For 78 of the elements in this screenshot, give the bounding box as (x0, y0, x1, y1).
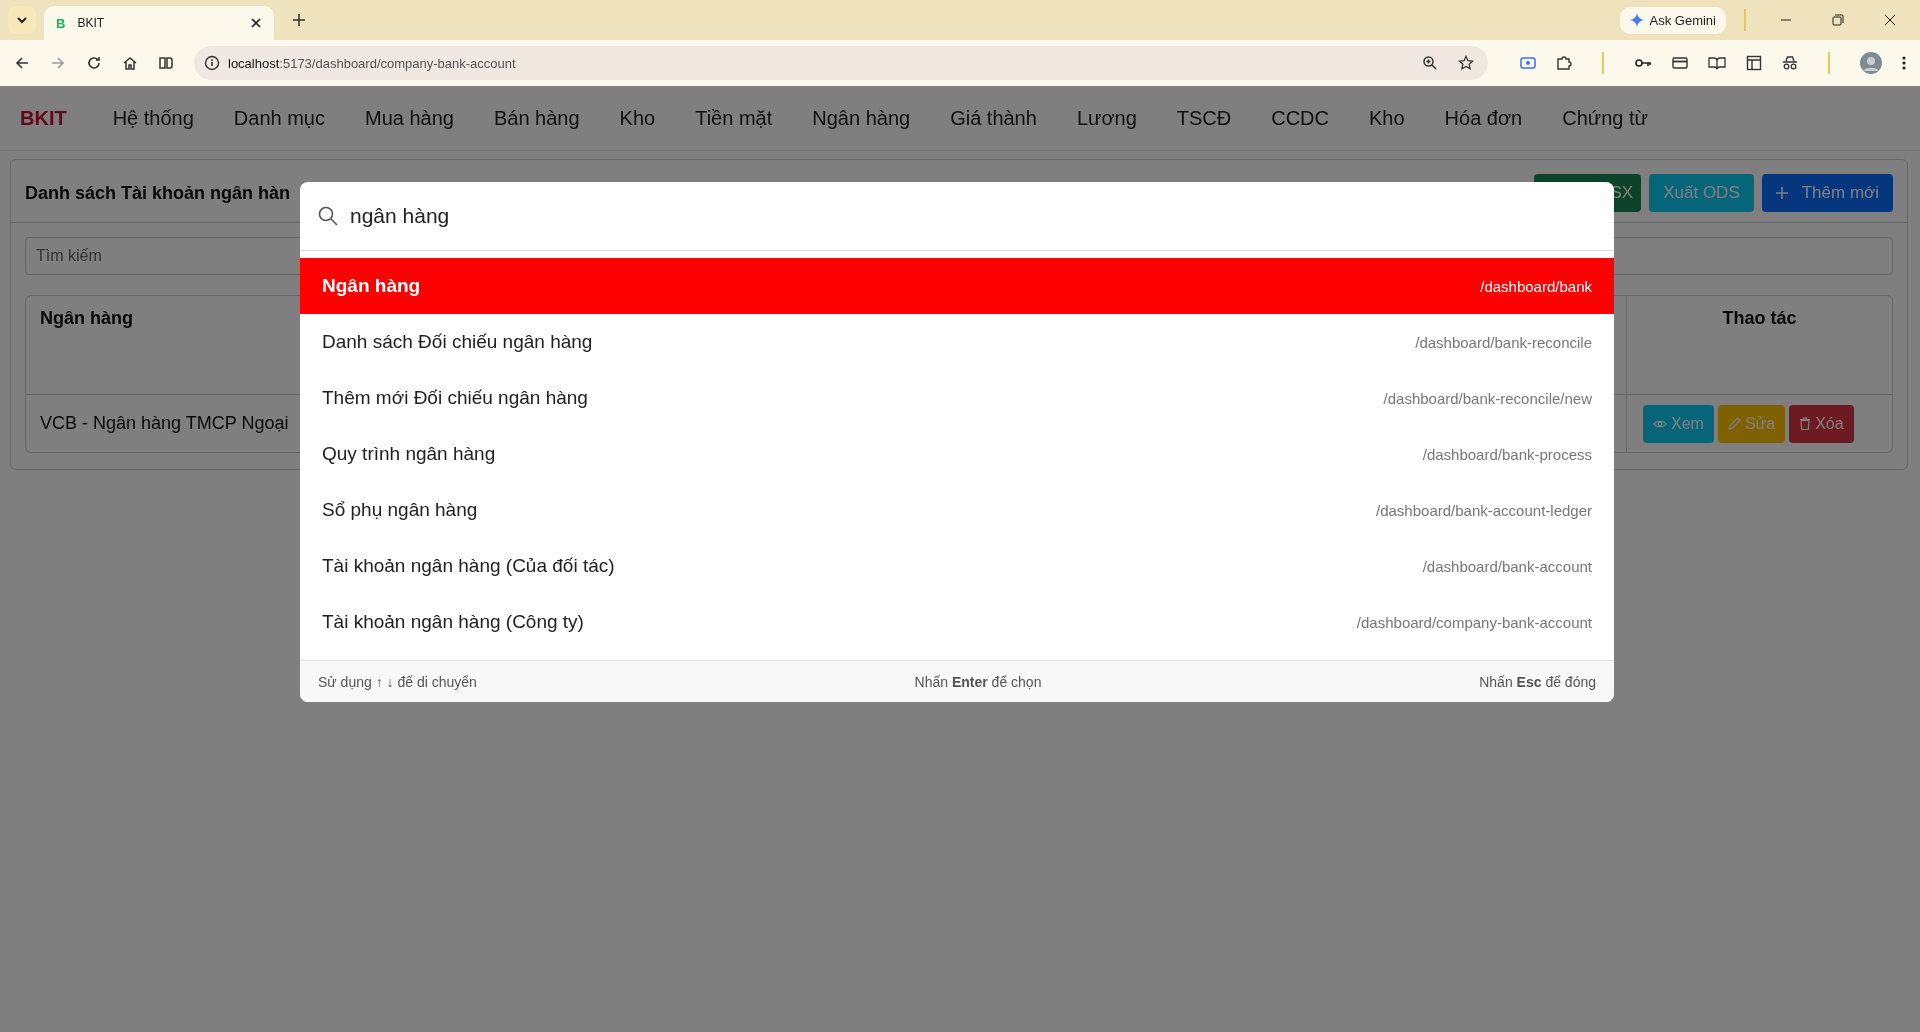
nav-menu-item[interactable]: Kho (619, 106, 656, 130)
chevron-down-icon (16, 14, 28, 26)
result-title: Tài khoản ngân hàng (Của đối tác) (322, 555, 615, 577)
forward-icon[interactable] (50, 55, 66, 71)
reload-icon[interactable] (86, 55, 102, 71)
nav-menu-item[interactable]: Mua hàng (365, 106, 454, 130)
new-tab-icon[interactable] (292, 13, 306, 27)
command-result[interactable]: Tài khoản ngân hàng (Của đối tác) /dashboard/bank-account (300, 538, 1614, 594)
command-result[interactable]: Quy trình ngân hàng /dashboard/bank-process (300, 426, 1614, 482)
nav-menu-item[interactable]: Tiền mặt (695, 106, 773, 130)
ask-gemini-button[interactable]: Ask Gemini (1619, 6, 1726, 34)
pencil-icon (1727, 417, 1741, 430)
result-path: /dashboard/company-bank-account (1356, 613, 1592, 631)
card-icon[interactable] (1672, 55, 1688, 71)
nav-menu-item[interactable]: Chứng từ (1562, 106, 1648, 130)
command-result[interactable]: Ngân hàng /dashboard/bank (300, 258, 1614, 314)
trash-icon (1799, 417, 1812, 430)
star-icon[interactable] (1458, 55, 1474, 71)
favicon: B (56, 15, 66, 31)
close-icon[interactable] (1884, 14, 1896, 26)
result-title: Thêm mới Đối chiếu ngân hàng (322, 387, 588, 409)
screen-icon[interactable] (1520, 55, 1536, 71)
result-title: Quy trình ngân hàng (322, 443, 496, 465)
sparkle-icon (1629, 13, 1644, 27)
column-header: Ngân hàng (39, 307, 134, 330)
command-result[interactable]: Danh sách Đối chiếu ngân hàng /dashboard/bank-reconcile (300, 314, 1614, 370)
nav-menu-item[interactable]: Danh mục (233, 106, 325, 130)
result-path: /dashboard/bank-reconcile (1415, 333, 1592, 351)
eye-icon (1653, 418, 1667, 429)
split-view-icon[interactable] (158, 55, 174, 71)
home-icon[interactable] (122, 55, 138, 71)
address-bar[interactable]: localhost:5173/dashboard/company-bank-account (194, 46, 1488, 80)
column-header: Thao tác (1626, 296, 1892, 394)
command-result[interactable]: Tài khoản ngân hàng (Công ty) /dashboard/company-bank-account (300, 594, 1614, 650)
info-icon (204, 55, 220, 71)
more-icon[interactable] (1902, 55, 1906, 71)
tab-title: BKIT (77, 16, 106, 30)
book-icon[interactable] (1708, 55, 1726, 71)
nav-menu-item[interactable]: Ngân hàng (812, 106, 911, 130)
delete-button[interactable]: Xóa (1789, 404, 1854, 443)
nav-menu-item[interactable]: Lương (1076, 106, 1137, 130)
keyboard-hint: Nhấn Esc để đóng (1479, 673, 1596, 690)
brand-logo[interactable]: BKIT (20, 106, 67, 130)
avatar-icon[interactable] (1860, 52, 1882, 74)
keyboard-hint: Sử dụng ↑ ↓ để di chuyển (318, 673, 477, 690)
layout-icon[interactable] (1746, 55, 1762, 71)
nav-menu-item[interactable]: Kho (1369, 106, 1405, 130)
zoom-icon[interactable] (1422, 55, 1438, 71)
command-result[interactable]: Thêm mới Đối chiếu ngân hàng /dashboard/bank-reconcile/new (300, 370, 1614, 426)
search-icon (318, 206, 338, 226)
card-title: Danh sách Tài khoản ngân hàn (25, 182, 291, 204)
result-path: /dashboard/bank-account-ledger (1376, 501, 1592, 519)
result-title: Ngân hàng (322, 275, 421, 297)
nav-menu-item[interactable]: TSCĐ (1176, 106, 1232, 130)
table-cell: VCB - Ngân hàng TMCP Ngoại (40, 413, 289, 433)
result-path: /dashboard/bank-account (1422, 557, 1592, 575)
browser-tab[interactable]: B BKIT (44, 6, 274, 40)
command-result[interactable]: Sổ phụ ngân hàng /dashboard/bank-account-ledger (300, 482, 1614, 538)
result-path: /dashboard/bank-process (1422, 445, 1592, 463)
result-title: Sổ phụ ngân hàng (322, 499, 478, 521)
close-icon[interactable] (250, 17, 262, 29)
tab-list-button[interactable] (8, 6, 36, 34)
nav-menu-item[interactable]: Hóa đơn (1444, 106, 1523, 130)
nav-menu-item[interactable]: CCDC (1271, 106, 1329, 130)
incognito-icon[interactable] (1782, 55, 1798, 71)
keyboard-hint: Nhấn Enter để chọn (914, 673, 1042, 690)
plus-icon (1775, 187, 1788, 199)
result-title: Tài khoản ngân hàng (Công ty) (322, 611, 584, 633)
nav-menu-item[interactable]: Giá thành (950, 106, 1037, 130)
result-title: Danh sách Đối chiếu ngân hàng (322, 331, 593, 353)
add-button[interactable]: Thêm mới (1761, 174, 1893, 212)
result-path: /dashboard/bank (1480, 277, 1592, 295)
restore-icon[interactable] (1832, 14, 1844, 26)
nav-menu-item[interactable]: Hệ thống (112, 106, 194, 130)
nav-menu-item[interactable]: Bán hàng (493, 106, 580, 130)
back-icon[interactable] (14, 55, 30, 71)
result-path: /dashboard/bank-reconcile/new (1383, 389, 1592, 407)
puzzle-icon[interactable] (1556, 55, 1572, 71)
